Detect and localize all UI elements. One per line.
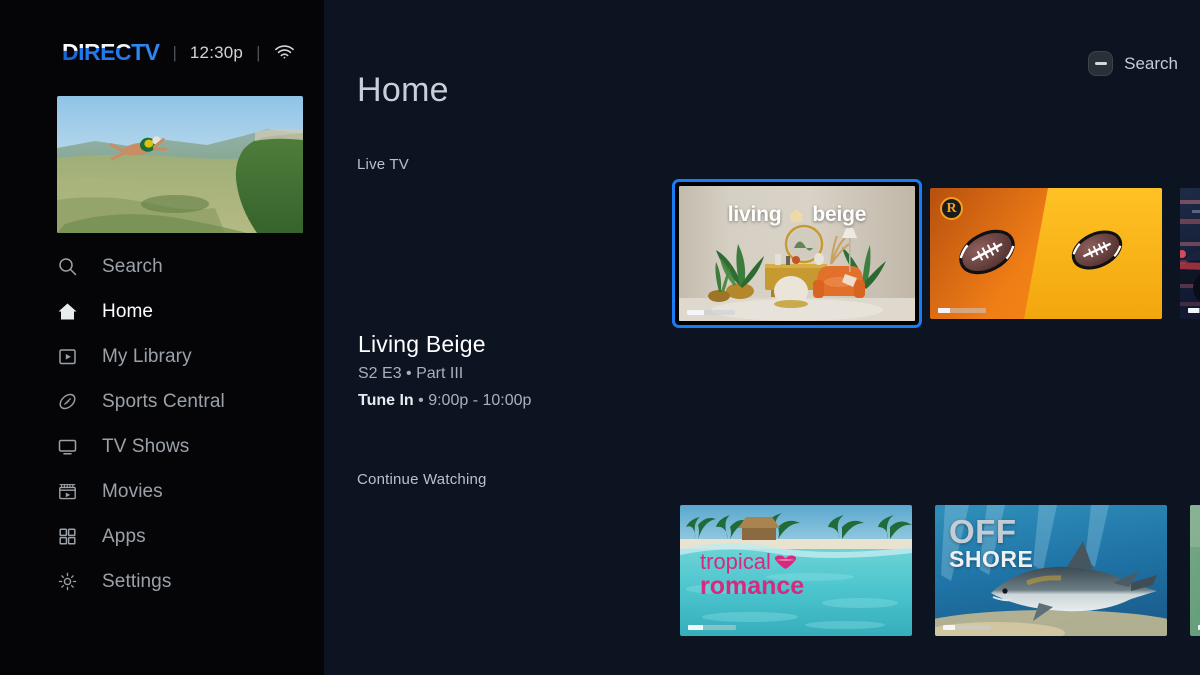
- logo-letter-d: D: [62, 38, 79, 65]
- grid-apps-icon: [57, 526, 78, 547]
- sidebar-item-label: Apps: [102, 526, 146, 547]
- sidebar-hero-image[interactable]: [57, 96, 303, 233]
- featured-title: Living Beige: [358, 331, 486, 357]
- tile-title-overlay: OFF SHORE: [949, 513, 1034, 573]
- sidebar-item-label: My Library: [102, 346, 192, 367]
- tile-progress-bar: [938, 308, 986, 313]
- gear-icon: [57, 571, 78, 592]
- tile-artwork: [930, 188, 1162, 319]
- remote-dash-key-icon: [1088, 51, 1114, 76]
- main-content: Search Home Live TV living beige R Livin…: [324, 0, 1200, 675]
- tile-tropical-romance[interactable]: tropical romance: [680, 505, 912, 636]
- tile-living-beige[interactable]: living beige: [675, 182, 919, 325]
- logo-text-tv: TV: [131, 38, 160, 65]
- tile-too-bad-nick[interactable]: too bad, NICK!: [1190, 505, 1200, 636]
- search-button-label: Search: [1124, 54, 1178, 73]
- directv-home-screen: D IREC TV | 12:30p | Search Home My Libr…: [0, 0, 1200, 675]
- tile-title-line1: OFF: [949, 513, 1017, 550]
- sidebar-item-label: Settings: [102, 571, 172, 592]
- sidebar-item-label: Movies: [102, 481, 163, 502]
- sidebar-item-label: Search: [102, 256, 163, 277]
- search-icon: [57, 256, 78, 277]
- home-icon: [57, 301, 78, 322]
- tile-title-overlay: living beige: [679, 202, 915, 228]
- sidebar-item-label: Sports Central: [102, 391, 225, 412]
- sidebar-item-search[interactable]: Search: [0, 244, 324, 289]
- featured-subtitle: S2 E3 • Part III: [358, 365, 464, 383]
- tile-off-shore[interactable]: OFF SHORE: [935, 505, 1167, 636]
- sidebar-item-label: TV Shows: [102, 436, 190, 457]
- library-play-icon: [57, 346, 78, 367]
- featured-tune-time: 9:00p - 10:00p: [428, 392, 532, 410]
- sidebar-item-apps[interactable]: Apps: [0, 514, 324, 559]
- featured-metadata: Living Beige S2 E3 • Part III Tune In • …: [358, 331, 778, 409]
- sidebar-item-settings[interactable]: Settings: [0, 559, 324, 604]
- clapperboard-icon: [57, 481, 78, 502]
- sidebar-item-home[interactable]: Home: [0, 289, 324, 334]
- search-button[interactable]: Search: [1088, 51, 1178, 76]
- television-icon: [57, 436, 78, 457]
- tile-title-line1-wrap: tropical: [700, 549, 804, 574]
- tile-title-word2: beige: [812, 203, 867, 226]
- sidebar-item-my-library[interactable]: My Library: [0, 334, 324, 379]
- tile-progress-bar: [688, 625, 736, 630]
- logo-text-irec: IREC: [78, 38, 132, 65]
- tile-dead-pedal[interactable]: DEAD PEDAL: [1180, 188, 1200, 319]
- clock: 12:30p: [189, 42, 244, 62]
- sidebar-item-tv-shows[interactable]: TV Shows: [0, 424, 324, 469]
- house-glyph-icon: [789, 208, 805, 222]
- sidebar-item-sports-central[interactable]: Sports Central: [0, 379, 324, 424]
- tile-artwork: [1190, 505, 1200, 636]
- lips-icon: [774, 555, 797, 570]
- featured-tune-info: Tune In • 9:00p - 10:00p: [358, 393, 778, 409]
- row-label-continue-watching: Continue Watching: [357, 471, 487, 488]
- page-title: Home: [357, 71, 449, 109]
- brand-bar: D IREC TV | 12:30p |: [0, 0, 324, 63]
- featured-tune-separator: •: [413, 392, 429, 410]
- wifi-icon: [274, 44, 295, 60]
- sidebar: D IREC TV | 12:30p | Search Home My Libr…: [0, 0, 324, 675]
- tile-progress-bar: [943, 625, 991, 630]
- brand-divider-2: |: [256, 42, 261, 62]
- brand-divider-1: |: [172, 42, 177, 62]
- row-label-live-tv: Live TV: [357, 156, 409, 173]
- sidebar-item-movies[interactable]: Movies: [0, 469, 324, 514]
- tile-title-line1: tropical: [700, 549, 771, 574]
- football-icon: [57, 391, 78, 412]
- tile-progress-bar: [1188, 308, 1200, 313]
- directv-logo: D IREC TV: [62, 38, 160, 65]
- tile-artwork: [1180, 188, 1200, 319]
- rating-badge-r: R: [940, 197, 963, 220]
- tile-football[interactable]: R: [930, 188, 1162, 319]
- featured-tune-label: Tune In: [358, 392, 414, 410]
- sidebar-item-label: Home: [102, 301, 154, 322]
- tile-title-overlay: tropical romance: [700, 549, 805, 600]
- tile-title-word1: living: [727, 203, 782, 226]
- tile-title-line2: romance: [700, 571, 805, 600]
- sidebar-nav: Search Home My Library Sports Central TV…: [0, 244, 324, 604]
- tile-progress-bar: [687, 310, 735, 315]
- tile-title-line2: SHORE: [949, 546, 1034, 573]
